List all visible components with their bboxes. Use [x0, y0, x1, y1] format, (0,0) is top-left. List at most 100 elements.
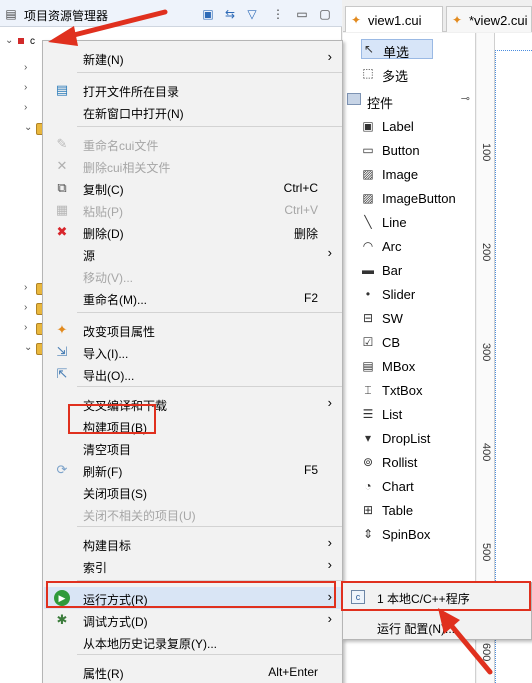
- menu-item-label: 调试方式(D): [83, 615, 148, 629]
- palette-control-chart[interactable]: ◔ Chart: [361, 477, 466, 497]
- delete-gray-icon: ✕: [56, 158, 68, 173]
- chevron-right-icon[interactable]: ›: [24, 322, 34, 333]
- filter-icon[interactable]: ▽: [245, 7, 259, 21]
- ruler-tick-label: 200: [480, 243, 492, 262]
- tree-item[interactable]: ›: [0, 320, 44, 340]
- palette-control-cb[interactable]: ☑ CB: [361, 333, 466, 353]
- cursor-icon: ↖: [363, 42, 375, 56]
- palette-control-rollist[interactable]: ⊚ Rollist: [361, 453, 466, 473]
- pin-icon[interactable]: ⊸: [461, 92, 470, 105]
- menu-item-label: 改变项目属性: [83, 325, 156, 339]
- menu-item-label: 从本地历史记录复原(Y)...: [83, 637, 217, 651]
- palette-control-bar[interactable]: ▬ Bar: [361, 261, 466, 281]
- menu-item[interactable]: 构建目标 ›: [44, 533, 342, 555]
- chevron-right-icon[interactable]: ›: [24, 302, 34, 313]
- menu-item-label: 重命名cui文件: [83, 139, 159, 153]
- expand-arrow-icon[interactable]: ⌄: [5, 35, 15, 46]
- palette-control-list[interactable]: ☰ List: [361, 405, 466, 425]
- import-icon: ⇲: [56, 344, 68, 359]
- switch-icon: ⊟: [362, 311, 374, 325]
- menu-item[interactable]: ✱ 调试方式(D) ›: [44, 609, 342, 631]
- menu-item[interactable]: ✦ 改变项目属性: [44, 319, 342, 341]
- palette-control-imagebutton[interactable]: ▨ ImageButton: [361, 189, 466, 209]
- menu-item: 移动(V)...: [44, 265, 342, 287]
- bar-icon: ▬: [362, 263, 374, 277]
- link-editor-icon[interactable]: ⇆: [223, 7, 237, 21]
- tab-view2[interactable]: ✦ *view2.cui: [446, 6, 532, 32]
- menu-item[interactable]: 重命名(M)... F2: [44, 287, 342, 309]
- palette-control-button[interactable]: ▭ Button: [361, 141, 466, 161]
- list-icon: ☰: [362, 407, 374, 421]
- menu-item[interactable]: ⇲ 导入(I)...: [44, 341, 342, 363]
- menu-separator: [77, 126, 342, 127]
- menu-item-label: 属性(R): [83, 667, 124, 681]
- menu-item[interactable]: ✖ 删除(D) 删除: [44, 221, 342, 243]
- tree-item[interactable]: ⌄: [0, 340, 44, 360]
- tree-item[interactable]: ›: [0, 300, 44, 320]
- chevron-right-icon[interactable]: ›: [24, 282, 34, 293]
- menu-item-label: 复制(C): [83, 183, 124, 197]
- chevron-down-icon[interactable]: ⌄: [24, 342, 34, 353]
- chevron-right-icon[interactable]: ›: [24, 102, 34, 113]
- tree-item[interactable]: ›: [0, 60, 44, 80]
- menu-item[interactable]: 从本地历史记录复原(Y)...: [44, 631, 342, 653]
- highlight-run-as: [46, 581, 336, 608]
- tool-single-select[interactable]: ↖ 单选: [361, 39, 433, 60]
- chevron-down-icon[interactable]: ⌄: [24, 122, 34, 133]
- menu-separator: [77, 312, 342, 313]
- menu-item[interactable]: ⧉ 复制(C) Ctrl+C: [44, 177, 342, 199]
- palette-control-slider[interactable]: • Slider: [361, 285, 466, 305]
- control-label: ImageButton: [382, 191, 456, 206]
- tree-item[interactable]: ›: [0, 80, 44, 100]
- palette-control-txtbox[interactable]: ⌶ TxtBox: [361, 381, 466, 401]
- palette-section-controls[interactable]: 控件 ⊸: [347, 92, 472, 111]
- tree-item[interactable]: ⌄: [0, 120, 44, 140]
- menu-item-label: 源: [83, 249, 96, 263]
- menu-item-shortcut: Ctrl+V: [284, 203, 318, 217]
- menu-item[interactable]: 源 ›: [44, 243, 342, 265]
- checkbox-icon: ☑: [362, 335, 374, 349]
- view-menu-icon[interactable]: ⋮: [271, 7, 285, 21]
- palette-control-sw[interactable]: ⊟ SW: [361, 309, 466, 329]
- tree-item[interactable]: ›: [0, 280, 44, 300]
- control-label: Table: [382, 503, 414, 518]
- menu-item[interactable]: ⇱ 导出(O)...: [44, 363, 342, 385]
- msgbox-icon: ▤: [362, 359, 374, 373]
- chevron-right-icon[interactable]: ›: [24, 62, 34, 73]
- palette-control-table[interactable]: ⊞ Table: [361, 501, 466, 521]
- palette-control-spinbox[interactable]: ⇕ SpinBox: [361, 525, 466, 545]
- palette-control-label[interactable]: ▣ Label: [361, 117, 466, 137]
- menu-item[interactable]: 清空项目: [44, 437, 342, 459]
- menu-item[interactable]: ▤ 打开文件所在目录: [44, 79, 342, 101]
- root-label: c: [30, 36, 35, 47]
- menu-item[interactable]: 关闭项目(S): [44, 481, 342, 503]
- label-icon: ▣: [362, 119, 374, 133]
- table-icon: ⊞: [362, 503, 374, 517]
- palette-control-mbox[interactable]: ▤ MBox: [361, 357, 466, 377]
- menu-item[interactable]: 索引 ›: [44, 555, 342, 577]
- menu-item-label: 新建(N): [83, 53, 124, 67]
- delete-icon: ✖: [56, 224, 68, 239]
- collapse-all-icon[interactable]: ▣: [201, 7, 215, 21]
- maximize-icon[interactable]: ▢: [318, 7, 332, 21]
- tree-item[interactable]: ›: [0, 100, 44, 120]
- tool-multi-select[interactable]: ⬚ 多选: [361, 64, 433, 84]
- menu-item: ✕ 删除cui相关文件: [44, 155, 342, 177]
- tool-label: 多选: [382, 69, 409, 84]
- project-props-icon: ✦: [56, 322, 68, 337]
- palette-control-image[interactable]: ▨ Image: [361, 165, 466, 185]
- ruler-tick-label: 400: [480, 443, 492, 462]
- menu-item[interactable]: 属性(R) Alt+Enter: [44, 661, 342, 683]
- menu-item[interactable]: 在新窗口中打开(N): [44, 101, 342, 123]
- chevron-right-icon[interactable]: ›: [24, 82, 34, 93]
- menu-item[interactable]: ⟳ 刷新(F) F5: [44, 459, 342, 481]
- palette-control-line[interactable]: ╲ Line: [361, 213, 466, 233]
- section-label: 控件: [367, 96, 394, 111]
- tab-view1[interactable]: ✦ view1.cui: [345, 6, 443, 32]
- palette-control-arc[interactable]: ◠ Arc: [361, 237, 466, 257]
- menu-item-label: 重命名(M)...: [83, 293, 147, 307]
- palette-control-droplist[interactable]: ▾ DropList: [361, 429, 466, 449]
- minimize-icon[interactable]: ▭: [295, 7, 309, 21]
- menu-item-shortcut: F2: [303, 291, 318, 305]
- ruler-tick-label: 300: [480, 343, 492, 362]
